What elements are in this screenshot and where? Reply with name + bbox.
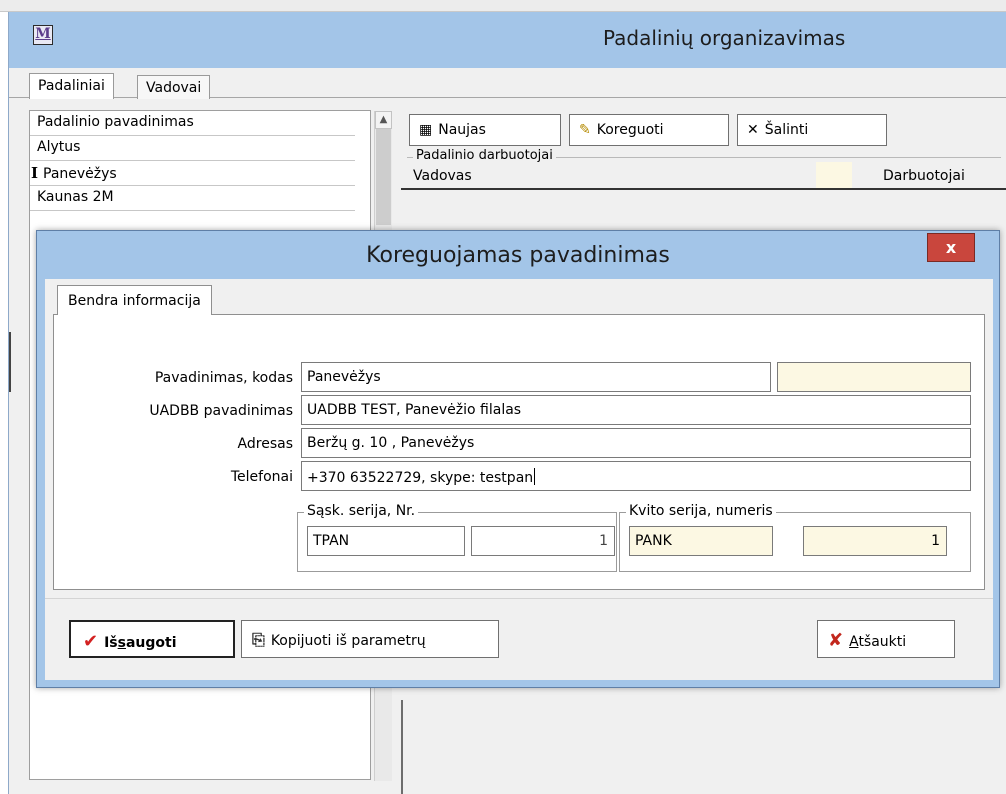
pencil-icon: ✎ — [579, 122, 591, 138]
scroll-up-arrow-icon[interactable]: ▲ — [375, 111, 392, 129]
grid-lower-area — [401, 700, 1006, 794]
uadbb-name-label: UADBB pavadinimas — [149, 403, 293, 419]
list-item-label: Kaunas 2M — [37, 189, 114, 205]
address-label: Adresas — [237, 436, 293, 452]
phones-input[interactable]: +370 63522729, skype: testpan — [301, 461, 971, 491]
cancel-button-label: Atšaukti — [849, 634, 907, 650]
grid-row-divider — [401, 188, 1006, 190]
new-record-icon: ▦ — [419, 122, 433, 138]
invoice-series-group-title: Sąsk. serija, Nr. — [304, 503, 419, 519]
delete-x-icon: ✕ — [747, 122, 759, 138]
copy-from-parameters-button[interactable]: ⎘ Kopijuoti iš parametrų — [241, 620, 499, 658]
invoice-series-input[interactable]: TPAN — [307, 526, 465, 556]
name-code-label: Pavadinimas, kodas — [154, 370, 293, 386]
checkmark-icon: ✔ — [83, 631, 99, 652]
employees-group-title: Padalinio darbuotojai — [413, 148, 556, 163]
header-spacer-cell — [816, 162, 852, 188]
edit-button-label: Koreguoti — [596, 122, 664, 138]
receipt-series-input[interactable]: PANK — [629, 526, 773, 556]
new-button-label: Naujas — [438, 122, 486, 138]
window-edge-mark — [9, 332, 11, 392]
main-tab-row: Padaliniai Vadovai — [9, 68, 1006, 99]
name-input[interactable]: Panevėžys — [301, 362, 771, 392]
phones-label: Telefonai — [230, 469, 293, 485]
text-cursor-marker-icon: I — [31, 164, 39, 182]
tab-bendra-informacija[interactable]: Bendra informacija — [57, 285, 212, 315]
tab-padaliniai[interactable]: Padaliniai — [29, 73, 114, 99]
scroll-thumb[interactable] — [376, 129, 391, 225]
cancel-x-icon: ✘ — [828, 630, 844, 651]
address-input[interactable]: Beržų g. 10 , Panevėžys — [301, 428, 971, 458]
tab-vadovai[interactable]: Vadovai — [137, 75, 211, 99]
copy-button-label: Kopijuoti iš parametrų — [270, 633, 426, 649]
list-column-header[interactable]: Padalinio pavadinimas — [30, 111, 355, 136]
column-header-vadovas[interactable]: Vadovas — [413, 168, 472, 184]
list-item-label: Alytus — [37, 139, 81, 155]
save-button[interactable]: ✔ Išsaugoti — [69, 620, 235, 658]
save-button-label: Išsaugoti — [104, 635, 177, 651]
main-window-title: Padalinių organizavimas — [603, 26, 846, 50]
app-icon: M — [33, 25, 53, 45]
delete-button[interactable]: ✕ Šalinti — [737, 114, 887, 146]
close-icon[interactable]: x — [927, 233, 975, 262]
receipt-series-group-title: Kvito serija, numeris — [626, 503, 776, 519]
uadbb-name-input[interactable]: UADBB TEST, Panevėžio filalas — [301, 395, 971, 425]
cancel-button[interactable]: ✘ Atšaukti — [817, 620, 955, 658]
list-item[interactable]: I Panevėžys — [30, 161, 355, 186]
dialog-title: Koreguojamas pavadinimas — [366, 243, 670, 268]
delete-button-label: Šalinti — [764, 122, 809, 138]
copy-icon: ⎘ — [252, 630, 265, 649]
main-titlebar: M Padalinių organizavimas — [9, 12, 1006, 68]
receipt-number-input[interactable]: 1 — [803, 526, 947, 556]
list-item[interactable]: Kaunas 2M — [30, 186, 355, 211]
edit-name-dialog: Koreguojamas pavadinimas x Bendra inform… — [36, 230, 1000, 688]
edit-button[interactable]: ✎ Koreguoti — [569, 114, 729, 146]
code-input[interactable] — [777, 362, 971, 392]
dialog-body: Bendra informacija Pavadinimas, kodas Pa… — [45, 279, 993, 680]
phones-input-value: +370 63522729, skype: testpan — [307, 470, 534, 486]
new-button[interactable]: ▦ Naujas — [409, 114, 561, 146]
invoice-number-input[interactable]: 1 — [471, 526, 615, 556]
column-header-darbuotojai[interactable]: Darbuotojai — [883, 168, 965, 184]
footer-divider — [45, 598, 993, 599]
desktop-strip — [0, 0, 1006, 12]
list-item[interactable]: Alytus — [30, 136, 355, 161]
text-caret — [534, 468, 536, 485]
list-item-label: Panevėžys — [43, 166, 117, 182]
